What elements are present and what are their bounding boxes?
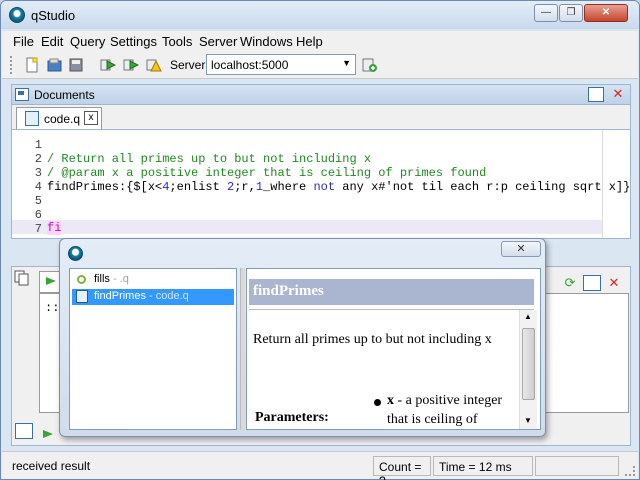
maximize-panel-icon[interactable]: [588, 87, 604, 102]
documents-panel-title: Documents: [34, 88, 95, 102]
popup-splitter[interactable]: [240, 268, 245, 430]
warning-icon[interactable]: [144, 55, 164, 75]
run-query-icon[interactable]: [98, 55, 118, 75]
toolbar-grip[interactable]: [10, 56, 13, 74]
suggestion-list: fills - .q findPrimes - code.q: [69, 268, 237, 430]
code-comment-line: / Return all primes up to but not includ…: [47, 152, 372, 166]
menu-bar: File Edit Query Settings Tools Server Wi…: [2, 31, 638, 51]
popup-close-button[interactable]: ✕: [501, 241, 541, 257]
menu-query[interactable]: Query: [70, 34, 105, 49]
open-file-icon[interactable]: [44, 55, 64, 75]
line-number: 7: [34, 222, 42, 236]
code-number: 1: [255, 180, 264, 194]
scroll-thumb[interactable]: [522, 328, 535, 400]
close-panel-icon[interactable]: ✕: [610, 87, 626, 102]
panel-layout-icon[interactable]: [15, 423, 33, 439]
menu-edit[interactable]: Edit: [41, 34, 63, 49]
close-window-button[interactable]: ✕: [584, 4, 628, 22]
title-bar: qStudio — ❐ ✕: [1, 1, 639, 29]
doc-parameter: x - a positive integer that is ceiling o…: [387, 391, 517, 429]
scroll-up-icon[interactable]: ▲: [524, 312, 532, 321]
console-output: ::: [45, 301, 60, 315]
code-token: any x#'not til each r:p ceiling sqrt x]}: [335, 180, 631, 194]
server-select[interactable]: localhost:5000 ▼: [206, 54, 356, 75]
tab-close-icon[interactable]: x: [84, 111, 98, 125]
menu-tools[interactable]: Tools: [162, 34, 192, 49]
bullet-icon: [374, 399, 381, 406]
server-label: Server:: [170, 58, 209, 72]
menu-help[interactable]: Help: [296, 34, 323, 49]
document-tabs: code.q x: [11, 105, 631, 129]
documentation-pane: findPrimes Return all primes up to but n…: [246, 268, 541, 430]
code-comment-line: / @param x a positive integer that is ce…: [47, 166, 487, 180]
q-file-icon: [25, 111, 39, 126]
minimize-button[interactable]: —: [534, 4, 558, 22]
suggestion-item[interactable]: fills - .q: [72, 272, 234, 288]
status-message: received result: [12, 459, 91, 473]
code-line-findprimes: findPrimes:{$[x<4;enlist 2;r,1_where not…: [47, 180, 630, 194]
line-number: 3: [34, 166, 42, 180]
tab-label: code.q: [44, 112, 81, 126]
refresh-icon[interactable]: ⟳: [561, 275, 579, 291]
suggestion-source: - .q: [109, 273, 129, 285]
scroll-down-icon[interactable]: ▼: [524, 416, 532, 425]
results-side-toolbar: [13, 269, 33, 445]
suggestion-name: fills: [94, 273, 110, 285]
documents-panel-icon: [15, 88, 29, 101]
code-token: findPrimes:{$[x<: [47, 180, 163, 194]
suggestion-name: findPrimes: [94, 290, 146, 302]
doc-scrollbar[interactable]: ▲ ▼: [519, 310, 537, 429]
save-icon[interactable]: [66, 55, 86, 75]
autocomplete-popup: ✕ fills - .q findPrimes - code.q findPri…: [59, 238, 546, 437]
code-keyword: not: [313, 180, 336, 194]
resize-grip-icon[interactable]: [625, 466, 635, 476]
line-number: 4: [34, 180, 42, 194]
param-name: x: [387, 393, 394, 408]
add-server-icon[interactable]: [360, 55, 380, 75]
function-icon: [76, 290, 88, 303]
line-number: 1: [34, 138, 42, 152]
line-number: 2: [34, 152, 42, 166]
window-title: qStudio: [31, 8, 76, 23]
line-number: 5: [34, 194, 42, 208]
doc-title: findPrimes: [249, 279, 534, 305]
copy-icon[interactable]: [13, 269, 31, 287]
status-bar: received result Count = ? Time = 12 ms: [2, 451, 638, 480]
param-description: - a positive integer that is ceiling of …: [387, 393, 503, 427]
doc-parameters-label: Parameters:: [255, 410, 329, 425]
status-extra: [535, 456, 619, 476]
code-token: _where: [263, 180, 314, 194]
maximize-results-icon[interactable]: [583, 275, 601, 291]
tab-code-q[interactable]: code.q x: [16, 107, 102, 129]
code-editor[interactable]: 1 2 3 4 5 6 7 / Return all primes up to …: [11, 129, 631, 239]
maximize-button[interactable]: ❐: [559, 4, 583, 22]
code-typed-text: fi: [47, 221, 62, 235]
suggestion-source: - code.q: [145, 290, 189, 302]
menu-file[interactable]: File: [13, 34, 34, 49]
documents-panel-header: Documents ✕: [11, 84, 631, 105]
line-number: 6: [34, 208, 42, 222]
run-line-icon[interactable]: [121, 55, 141, 75]
menu-server[interactable]: Server: [199, 34, 237, 49]
new-file-icon[interactable]: [22, 55, 42, 75]
current-line-highlight: [12, 220, 602, 234]
menu-settings[interactable]: Settings: [110, 34, 157, 49]
status-time: Time = 12 ms: [433, 456, 533, 476]
doc-description: Return all primes up to but not includin…: [253, 332, 492, 347]
qstudio-logo-icon: [9, 7, 25, 23]
chevron-down-icon[interactable]: ▼: [342, 58, 351, 68]
variable-icon: [77, 275, 86, 284]
suggestion-item-selected[interactable]: findPrimes - code.q: [72, 289, 234, 305]
status-count: Count = ?: [373, 456, 431, 480]
close-results-icon[interactable]: ✕: [605, 275, 623, 291]
menu-windows[interactable]: Windows: [240, 34, 293, 49]
doc-divider: [249, 309, 534, 310]
qstudio-logo-icon: [68, 246, 83, 261]
code-token: ;enlist: [169, 180, 228, 194]
server-select-value: localhost:5000: [211, 58, 289, 72]
code-token: ;r,: [234, 180, 256, 194]
